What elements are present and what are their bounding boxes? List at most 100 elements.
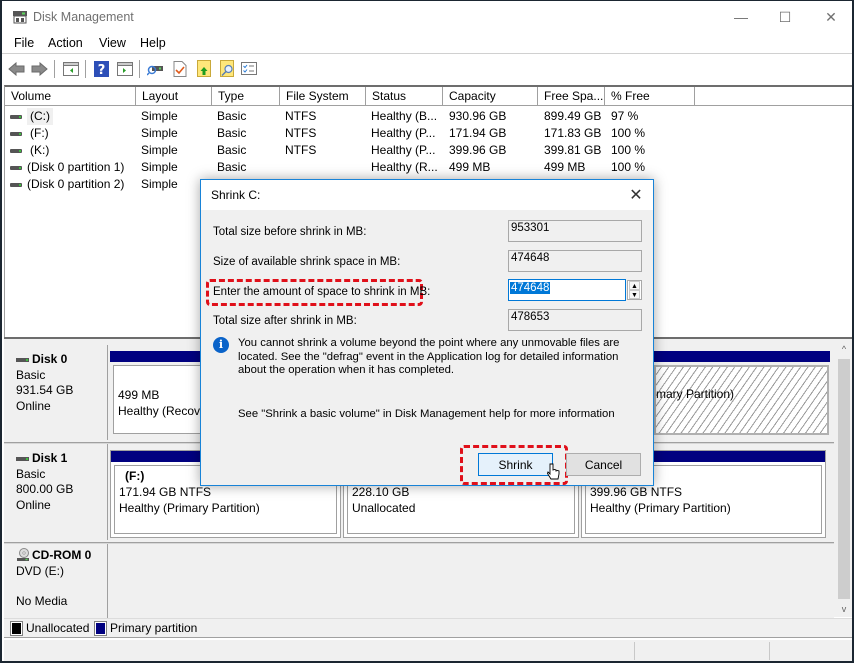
partition-status: mary Partition) [656,387,735,401]
minimize-button[interactable]: — [718,1,764,33]
disk-0-partition-c-selected[interactable]: mary Partition) [654,365,829,435]
forward-icon[interactable] [31,60,48,77]
volume-name: (F:) [30,126,49,140]
volume-layout: Simple [141,177,178,191]
column-header-layout[interactable]: Layout [136,87,212,106]
spin-down-icon[interactable]: ▼ [629,290,640,299]
info-icon: i [213,337,229,353]
svg-text:?: ? [98,63,106,77]
scroll-down-icon[interactable]: v [836,601,852,617]
vertical-scrollbar[interactable]: ^ v [836,341,852,617]
menu-bar: File Action View Help [2,33,852,54]
total-before-label: Total size before shrink in MB: [213,226,367,238]
partition-size: 399.96 GB NTFS [590,485,683,499]
show-hide-action-pane-icon[interactable] [116,60,133,77]
menu-view[interactable]: View [99,36,126,50]
legend-swatch-primary [94,621,107,636]
folder-up-icon[interactable] [195,60,212,77]
maximize-button[interactable]: ☐ [762,1,808,33]
volume-fs: NTFS [285,109,317,123]
volume-status: Healthy (R... [371,160,438,174]
column-header-volume[interactable]: Volume [5,87,136,106]
volume-free: 499 MB [544,160,586,174]
spin-up-icon[interactable]: ▲ [629,281,640,290]
volume-fs: NTFS [285,143,317,157]
disk-0-partition-recovery[interactable]: 499 MB Healthy (Recove [110,351,210,437]
close-button[interactable]: ✕ [808,1,854,33]
cancel-button[interactable]: Cancel [566,453,641,476]
maximize-icon: ☐ [778,8,792,25]
legend-label-unallocated: Unallocated [26,621,90,635]
shrink-amount-input[interactable]: 474648 [508,279,626,301]
volume-percent-free: 100 % [611,160,646,174]
volume-capacity: 930.96 GB [449,109,507,123]
check-icon[interactable] [171,60,188,77]
volume-list-header: Volume Layout Type File System Status Ca… [5,87,852,106]
volume-icon [10,115,22,119]
table-row[interactable]: (Disk 0 partition 1) Simple Basic Health… [5,159,852,176]
volume-free: 171.83 GB [544,126,602,140]
minimize-icon: — [734,9,748,25]
total-after-label: Total size after shrink in MB: [213,315,357,327]
cdrom-0-label[interactable]: CD-ROM 0 DVD (E:) No Media [8,544,108,619]
column-header-free-space[interactable]: Free Spa... [538,87,605,106]
partition-size: 499 MB [118,388,160,402]
column-header-capacity[interactable]: Capacity [443,87,538,106]
back-icon[interactable] [8,60,25,77]
show-hide-console-tree-icon[interactable] [62,60,79,77]
volume-layout: Simple [141,160,178,174]
shrink-amount-value: 474648 [510,282,551,294]
column-header-file-system[interactable]: File System [280,87,366,106]
volume-fs: NTFS [285,126,317,140]
volume-layout: Simple [141,109,178,123]
volume-percent-free: 97 % [611,109,639,123]
volume-capacity: 171.94 GB [449,126,507,140]
help-icon[interactable]: ? [93,60,110,77]
disk-name: CD-ROM 0 [32,548,92,562]
column-header-status[interactable]: Status [366,87,443,106]
disk-size: 931.54 GB [16,383,74,397]
disk-1-label[interactable]: Disk 1 Basic 800.00 GB Online [8,444,108,540]
window-title: Disk Management [33,10,134,24]
shrink-amount-spinner[interactable]: ▲ ▼ [627,280,642,300]
status-separator [634,642,635,660]
menu-help[interactable]: Help [140,36,166,50]
table-row[interactable]: (K:) Simple Basic NTFS Healthy (P... 399… [5,142,852,159]
connect-drive-icon[interactable] [147,60,164,77]
scrollbar-thumb[interactable] [838,359,850,599]
title-bar: Disk Management — ☐ ✕ [2,1,852,33]
dialog-close-button[interactable]: ✕ [619,180,653,210]
disk-name: Disk 0 [32,352,68,366]
menu-action[interactable]: Action [48,36,83,50]
dialog-title-bar: Shrink C: ✕ [201,180,653,210]
disk-state: Online [16,398,51,413]
toolbar-separator [54,60,55,78]
total-after-field: 478653 [508,309,642,331]
shrink-button[interactable]: Shrink [478,453,553,476]
legend: Unallocated Primary partition [4,618,852,638]
partition-status: Unallocated [352,501,416,515]
column-header-type[interactable]: Type [212,87,280,106]
menu-file[interactable]: File [14,36,34,50]
table-row[interactable]: (F:) Simple Basic NTFS Healthy (P... 171… [5,125,852,142]
available-space-field: 474648 [508,250,642,272]
column-header-percent-free[interactable]: % Free [605,87,695,106]
volume-icon [10,149,22,153]
scroll-up-icon[interactable]: ^ [836,341,852,357]
total-before-field: 953301 [508,220,642,242]
partition-size: 228.10 GB [352,485,410,499]
status-separator [769,642,770,660]
volume-icon [10,132,22,136]
folder-search-icon[interactable] [218,60,235,77]
close-icon: ✕ [825,8,837,25]
help-message: See "Shrink a basic volume" in Disk Mana… [238,408,615,420]
disk-0-label[interactable]: Disk 0 Basic 931.54 GB Online [8,345,108,440]
volume-status: Healthy (P... [371,143,436,157]
mouse-cursor-icon [547,463,560,480]
info-message: You cannot shrink a volume beyond the po… [238,337,620,376]
disk-state: Online [16,497,51,512]
properties-list-icon[interactable] [240,60,257,77]
legend-label-primary: Primary partition [110,621,198,635]
table-row[interactable]: (C:) Simple Basic NTFS Healthy (B... 930… [5,108,852,125]
status-bar [4,639,852,661]
